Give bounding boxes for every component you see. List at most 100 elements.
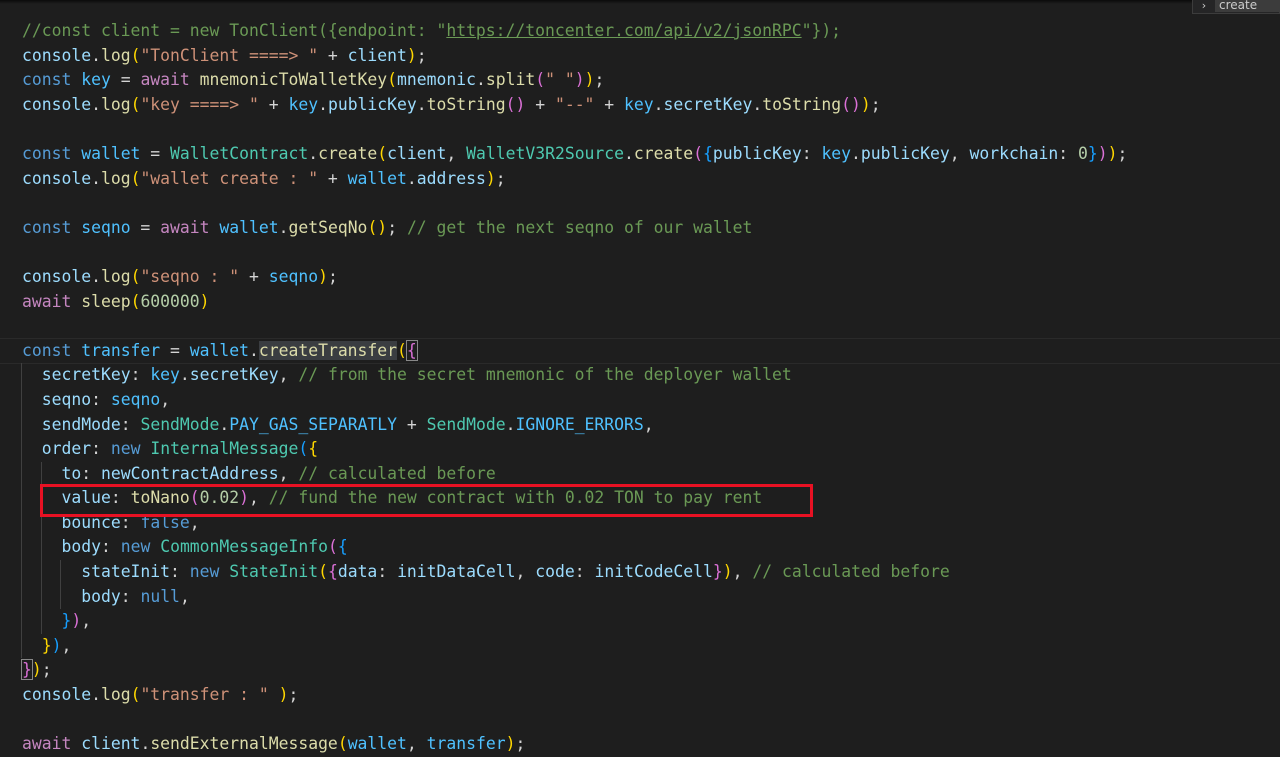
code-line[interactable]: const wallet = WalletContract.create(cli… xyxy=(22,142,1280,167)
code-token: sleep xyxy=(81,291,131,311)
code-line[interactable]: await client.sendExternalMessage(wallet,… xyxy=(22,732,1280,757)
code-line[interactable]: }), xyxy=(21,609,1280,634)
code-line[interactable]: }); xyxy=(21,658,1280,683)
code-token: . xyxy=(140,734,151,754)
code-line[interactable]: console.log("seqno : " + seqno); xyxy=(22,265,1280,290)
code-token: body xyxy=(81,586,121,606)
code-token: new xyxy=(120,537,161,557)
code-token: ( xyxy=(130,45,141,65)
code-line[interactable]: //const client = new TonClient({endpoint… xyxy=(22,19,1280,44)
code-line[interactable] xyxy=(22,240,1280,265)
find-widget[interactable]: › create xyxy=(1192,0,1280,14)
code-token: // from the secret mnemonic of the deplo… xyxy=(298,365,792,385)
code-line[interactable]: console.log("key ====> " + key.publicKey… xyxy=(22,93,1280,118)
code-token: () xyxy=(841,94,861,114)
code-token: data xyxy=(337,562,378,582)
code-line[interactable] xyxy=(22,117,1280,142)
code-line[interactable]: console.log("wallet create : " + wallet.… xyxy=(22,167,1280,192)
code-line[interactable]: console.log("transfer : " ); xyxy=(22,683,1280,708)
code-token: await xyxy=(22,734,82,754)
code-line[interactable]: body: new CommonMessageInfo({ xyxy=(21,535,1280,561)
code-token: { xyxy=(327,562,338,582)
indent-guide xyxy=(21,387,22,413)
code-token: "wallet create : " xyxy=(140,168,319,188)
code-token: StateInit xyxy=(229,562,319,582)
code-token: ( xyxy=(298,439,309,459)
code-line[interactable]: }), xyxy=(21,633,1280,659)
code-token: . xyxy=(752,94,763,114)
code-token: body xyxy=(61,537,101,557)
code-token: sendMode xyxy=(41,414,121,434)
find-input[interactable]: create xyxy=(1215,0,1279,12)
code-token: . xyxy=(278,217,289,237)
code-token: ; xyxy=(515,734,526,754)
code-token: seqno xyxy=(41,389,92,409)
code-token: new xyxy=(110,439,151,459)
code-token: // get the next seqno of our wallet xyxy=(406,217,753,237)
code-line[interactable]: sendMode: SendMode.PAY_GAS_SEPARATLY + S… xyxy=(21,412,1280,438)
code-token: ( xyxy=(318,562,328,582)
code-line[interactable]: seqno: seqno, xyxy=(21,387,1280,413)
code-token: + xyxy=(525,94,555,114)
code-token: . xyxy=(416,94,427,114)
code-token: log xyxy=(100,94,131,114)
code-lines[interactable]: //const client = new TonClient({endpoint… xyxy=(21,19,1280,757)
code-token: key xyxy=(81,70,111,90)
code-line[interactable]: const key = await mnemonicToWalletKey(mn… xyxy=(22,68,1280,93)
code-token: , xyxy=(515,562,536,582)
code-token: address xyxy=(416,168,486,188)
code-token: ( xyxy=(130,266,141,286)
code-token: https://toncenter.com/api/v2/jsonRPC xyxy=(446,21,802,40)
code-token: split xyxy=(485,70,536,90)
code-token: = xyxy=(110,70,141,90)
code-line[interactable]: to: newContractAddress, // calculated be… xyxy=(21,461,1280,487)
code-token: ; xyxy=(288,685,299,705)
code-token: . xyxy=(249,340,259,360)
code-token: + xyxy=(239,266,269,286)
code-token: // calculated before xyxy=(752,562,950,582)
code-token: secretKey xyxy=(41,365,131,385)
code-token: : xyxy=(1058,143,1079,163)
code-line[interactable] xyxy=(22,191,1280,216)
code-token: toString xyxy=(426,94,506,114)
code-line[interactable]: await sleep(600000) xyxy=(22,290,1280,315)
code-line[interactable] xyxy=(22,708,1280,733)
code-line[interactable]: console.log("TonClient ====> " + client)… xyxy=(22,44,1280,69)
code-token: console xyxy=(22,94,92,114)
code-token: . xyxy=(624,143,634,163)
code-editor[interactable]: //const client = new TonClient({endpoint… xyxy=(0,0,1280,757)
code-token: = xyxy=(160,340,190,360)
code-line[interactable]: body: null, xyxy=(21,584,1280,610)
code-token: new xyxy=(189,562,230,582)
code-token: , xyxy=(61,635,72,655)
code-token: console xyxy=(22,685,92,705)
code-token: { xyxy=(703,143,713,163)
code-token: key xyxy=(150,365,180,385)
code-line[interactable] xyxy=(22,314,1280,339)
code-line[interactable]: order: new InternalMessage({ xyxy=(21,437,1280,462)
chevron-right-icon[interactable]: › xyxy=(1193,0,1215,12)
code-line[interactable]: secretKey: key.secretKey, // from the se… xyxy=(21,363,1280,388)
code-token: ) xyxy=(318,266,328,286)
code-token: 600000 xyxy=(140,291,200,311)
code-token: ; xyxy=(870,94,881,114)
code-token: : xyxy=(91,389,111,409)
code-line[interactable]: stateInit: new StateInit({data: initData… xyxy=(21,560,1280,585)
code-token: client xyxy=(81,734,141,754)
code-line[interactable]: const transfer = wallet.createTransfer({ xyxy=(0,339,1280,364)
code-token: transfer xyxy=(426,734,506,754)
indent-guide xyxy=(21,609,22,634)
code-token: . xyxy=(91,45,101,65)
code-line[interactable]: const seqno = await wallet.getSeqNo(); /… xyxy=(22,216,1280,241)
code-token: publicKey xyxy=(860,143,950,163)
code-token: sendExternalMessage xyxy=(150,734,338,754)
indent-guide xyxy=(40,609,42,634)
code-token: createTransfer xyxy=(258,340,398,360)
code-token: . xyxy=(475,70,486,90)
code-token: } xyxy=(712,562,723,582)
